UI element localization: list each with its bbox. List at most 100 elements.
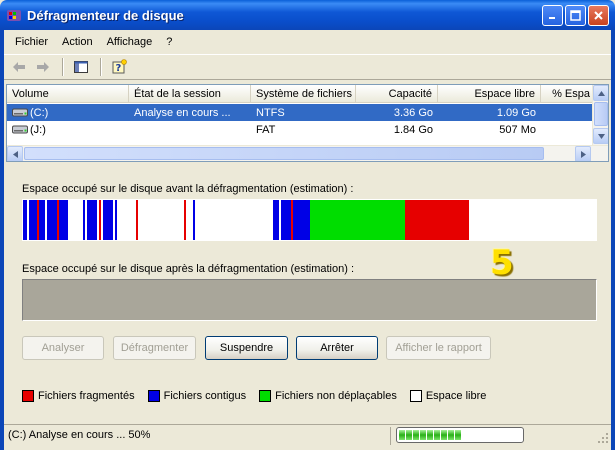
table-row[interactable]: (C:) Analyse en cours ... NTFS 3.36 Go 1… xyxy=(7,104,595,121)
progress-block xyxy=(427,430,433,440)
close-button[interactable] xyxy=(588,5,609,26)
contiguous-files-segment xyxy=(115,200,117,240)
analysis-progress-bar xyxy=(396,427,524,443)
status-separator xyxy=(390,427,391,445)
color-legend: Fichiers fragmentés Fichiers contigus Fi… xyxy=(22,390,499,402)
legend-item-free-space: Espace libre xyxy=(409,390,487,402)
fragmented-files-segment xyxy=(405,200,469,240)
contiguous-files-segment xyxy=(83,200,85,240)
maximize-button[interactable] xyxy=(565,5,586,26)
free-space-cell: 507 Mo xyxy=(499,123,536,136)
fragmented-files-segment xyxy=(37,200,39,240)
after-defrag-label: Espace occupé sur le disque après la déf… xyxy=(22,263,355,275)
view-report-button[interactable]: Afficher le rapport xyxy=(386,336,491,360)
horizontal-scrollbar[interactable] xyxy=(7,145,608,161)
status-text: (C:) Analyse en cours ... 50% xyxy=(8,429,151,441)
step-number-badge: 5 xyxy=(490,243,514,283)
toolbar-separator xyxy=(62,58,64,76)
back-button[interactable] xyxy=(8,57,30,77)
file-system-cell: NTFS xyxy=(256,106,285,119)
analyze-button[interactable]: Analyser xyxy=(22,336,104,360)
arrow-down-icon xyxy=(597,133,605,139)
after-defrag-map xyxy=(22,279,597,321)
column-header-free-percent[interactable]: % Espa xyxy=(541,85,595,103)
menu-help[interactable]: ? xyxy=(159,34,179,50)
table-row[interactable]: (J:) FAT 1.84 Go 507 Mo xyxy=(7,121,595,138)
scroll-up-button[interactable] xyxy=(593,85,608,101)
vertical-scroll-thumb[interactable] xyxy=(594,102,608,126)
toolbar-separator xyxy=(100,58,102,76)
status-bar: (C:) Analyse en cours ... 50% xyxy=(4,424,611,446)
volume-name: (J:) xyxy=(30,123,46,136)
free-space-gap xyxy=(27,200,29,240)
horizontal-scroll-thumb[interactable] xyxy=(24,147,544,160)
volume-cell: (C:) xyxy=(7,107,129,119)
help-icon: ? xyxy=(112,59,127,74)
defragment-button[interactable]: Défragmenter xyxy=(113,336,196,360)
column-header-file-system[interactable]: Système de fichiers xyxy=(251,85,356,103)
menu-bar: Fichier Action Affichage ? xyxy=(4,30,611,54)
unmovable-swatch xyxy=(259,390,272,402)
contiguous-files-segment xyxy=(193,200,195,240)
volume-list[interactable]: Volume État de la session Système de fic… xyxy=(6,84,609,162)
help-button[interactable]: ? xyxy=(108,57,130,77)
free-space-cell: 1.09 Go xyxy=(496,106,536,119)
column-header-volume[interactable]: Volume xyxy=(7,85,129,103)
legend-label: Espace libre xyxy=(425,390,487,402)
window-frame-left xyxy=(0,30,4,450)
menu-fichier[interactable]: Fichier xyxy=(8,34,55,50)
progress-block xyxy=(448,430,454,440)
svg-text:?: ? xyxy=(116,63,122,74)
forward-button[interactable] xyxy=(32,57,54,77)
window-title: Défragmenteur de disque xyxy=(27,8,184,23)
menu-action[interactable]: Action xyxy=(55,34,100,50)
title-bar[interactable]: Défragmenteur de disque xyxy=(0,0,615,30)
arrow-up-icon xyxy=(597,90,605,96)
progress-block xyxy=(441,430,447,440)
fragmented-swatch xyxy=(22,390,34,402)
progress-block xyxy=(406,430,412,440)
legend-label: Fichiers non déplaçables xyxy=(275,390,397,402)
legend-item-contiguous: Fichiers contigus xyxy=(147,390,247,402)
free-space-gap xyxy=(45,200,47,240)
fragmented-files-segment xyxy=(291,200,293,240)
column-header-session-state[interactable]: État de la session xyxy=(129,85,251,103)
back-arrow-icon xyxy=(13,62,25,72)
volume-list-header: Volume État de la session Système de fic… xyxy=(7,85,595,103)
fragmented-files-segment xyxy=(136,200,138,240)
column-header-capacity[interactable]: Capacité xyxy=(356,85,438,103)
contiguous-files-segment xyxy=(87,200,97,240)
window-frame-right xyxy=(611,30,615,450)
pause-button[interactable]: Suspendre xyxy=(205,336,288,360)
resize-grip-icon[interactable] xyxy=(597,432,609,444)
progress-block xyxy=(455,430,461,440)
progress-block xyxy=(420,430,426,440)
scroll-down-button[interactable] xyxy=(593,128,608,144)
progress-block xyxy=(413,430,419,440)
contiguous-swatch xyxy=(147,390,160,402)
before-defrag-map xyxy=(22,199,597,241)
unmovable-files-segment xyxy=(310,200,405,240)
menu-affichage[interactable]: Affichage xyxy=(100,34,160,50)
vertical-scrollbar[interactable] xyxy=(592,85,608,145)
free-space-gap xyxy=(279,200,281,240)
fragmented-files-segment xyxy=(57,200,59,240)
console-tree-button[interactable] xyxy=(70,57,92,77)
progress-block xyxy=(399,430,405,440)
console-tree-icon xyxy=(74,61,88,73)
legend-item-fragmented: Fichiers fragmentés xyxy=(22,390,135,402)
scroll-right-button[interactable] xyxy=(575,146,591,161)
stop-button[interactable]: Arrêter xyxy=(296,336,378,360)
before-defrag-label: Espace occupé sur le disque avant la déf… xyxy=(22,183,354,195)
defrag-app-icon xyxy=(7,10,21,21)
file-system-cell: FAT xyxy=(256,123,276,136)
legend-label: Fichiers fragmentés xyxy=(38,390,135,402)
minimize-button[interactable] xyxy=(542,5,563,26)
forward-arrow-icon xyxy=(37,62,49,72)
column-header-free-space[interactable]: Espace libre xyxy=(438,85,541,103)
volume-name: (C:) xyxy=(30,106,49,119)
legend-label: Fichiers contigus xyxy=(163,390,247,402)
scroll-left-button[interactable] xyxy=(7,146,23,161)
session-state-cell: Analyse en cours ... xyxy=(134,106,231,119)
fragmented-files-segment xyxy=(184,200,186,240)
